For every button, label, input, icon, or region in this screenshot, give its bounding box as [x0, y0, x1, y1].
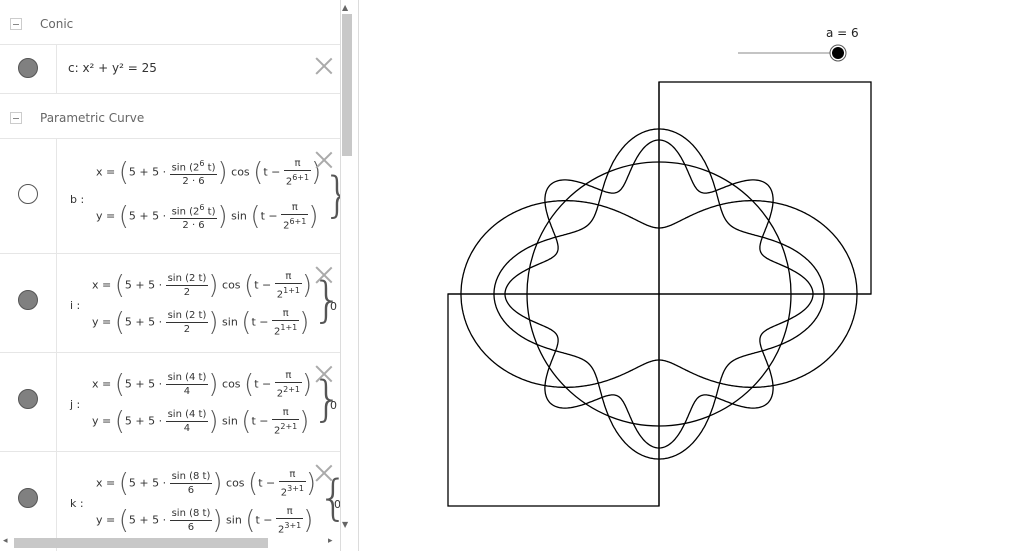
delete-k-icon[interactable] [315, 464, 333, 482]
slider-handle[interactable] [832, 47, 844, 59]
interval-start: 0 [330, 300, 337, 313]
collapse-conic-icon[interactable] [10, 18, 22, 30]
algebra-row-c[interactable]: c: x² + y² = 25 [0, 45, 340, 94]
interval-start: 0 [330, 399, 337, 412]
scroll-right-icon[interactable]: ▸ [328, 536, 333, 546]
group-parametric: Parametric Curve [0, 94, 340, 139]
group-conic: Conic [0, 0, 340, 45]
delete-j-icon[interactable] [315, 365, 333, 383]
curve-y-equation: y = (5 + 5 · sin (8 t) 6) sin (t − π 23+1) [96, 505, 314, 536]
group-parametric-title: Parametric Curve [40, 111, 145, 125]
curve-x-equation: x = (5 + 5 · sin (26 t) 2 · 6) cos (t − π… [96, 157, 322, 188]
graphics-view[interactable] [360, 0, 1035, 551]
group-conic-title: Conic [40, 17, 74, 31]
visibility-toggle-c[interactable] [18, 58, 38, 78]
square-bottom-left[interactable] [447, 293, 660, 507]
visibility-toggle-k[interactable] [18, 488, 38, 508]
delete-i-icon[interactable] [315, 266, 333, 284]
marker-column [0, 353, 57, 451]
marker-column [0, 139, 57, 253]
delete-b-icon[interactable] [315, 151, 333, 169]
visibility-toggle-i[interactable] [18, 290, 38, 310]
brace: } [323, 167, 340, 223]
curve-x-equation: x = (5 + 5 · sin (4 t) 4) cos (t − π 22+1) [92, 369, 313, 400]
curve-name: i : [70, 299, 81, 312]
vertical-scroll-thumb[interactable] [342, 14, 352, 156]
curve-x-equation: x = (5 + 5 · sin (8 t) 6) cos (t − π 23+1) [96, 468, 317, 499]
algebra-row-j[interactable]: j : x = (5 + 5 · sin (4 t) 4) cos (t − π2… [0, 353, 340, 452]
curve-y-equation: y = (5 + 5 · sin (26 t) 2 · 6) sin (t − π… [96, 201, 319, 232]
scroll-up-icon[interactable]: ▲ [342, 3, 348, 12]
curve-name: j : [70, 398, 81, 411]
marker-column [0, 254, 57, 352]
vertical-scrollbar[interactable]: ▲ ▼ [340, 0, 352, 535]
visibility-toggle-b[interactable] [18, 184, 38, 204]
delete-c-icon[interactable] [315, 57, 333, 75]
algebra-row-b[interactable]: b : x = (5 + 5 · sin (26 t) 2 · 6) cos (t… [0, 139, 340, 254]
collapse-parametric-icon[interactable] [10, 112, 22, 124]
horizontal-scrollbar[interactable]: ◂ ▸ [0, 535, 340, 551]
curve-y-equation: y = (5 + 5 · sin (2 t) 2) sin (t − π 21+1) [92, 307, 310, 338]
square-top-right[interactable] [658, 81, 872, 295]
curve-y-equation: y = (5 + 5 · sin (4 t) 4) sin (t − π 22+1) [92, 406, 310, 437]
scroll-down-icon[interactable]: ▼ [342, 520, 348, 529]
algebra-row-i[interactable]: i : x = (5 + 5 · sin (2 t) 2) cos (t − π2… [0, 254, 340, 353]
algebra-view: Conic c: x² + y² = 25 Parametric Curve b… [0, 0, 340, 551]
curve-name: k : [70, 497, 84, 510]
curve-name: b : [70, 193, 85, 206]
visibility-toggle-j[interactable] [18, 389, 38, 409]
horizontal-scroll-thumb[interactable] [14, 538, 268, 548]
scroll-left-icon[interactable]: ◂ [3, 536, 8, 546]
curve-x-equation: x = (5 + 5 · sin (2 t) 2) cos (t − π 21+1) [92, 270, 313, 301]
slider-label: a = 6 [826, 26, 859, 40]
formula-c[interactable]: c: x² + y² = 25 [68, 61, 157, 75]
marker-column [0, 45, 57, 93]
